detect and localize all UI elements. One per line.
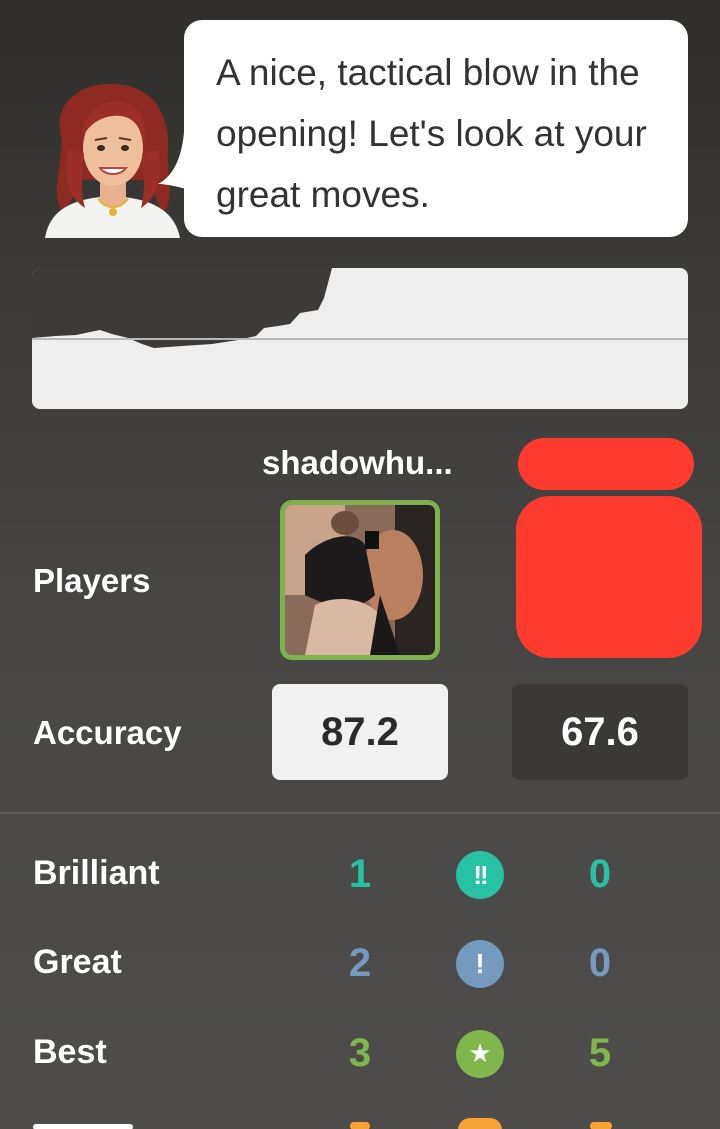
player-left-avatar[interactable] [280, 500, 440, 660]
stat-left-count: 1 [348, 852, 372, 896]
player-photo-image [285, 505, 435, 655]
great-icon: ! [456, 940, 504, 988]
evaluation-graph-svg [32, 268, 688, 348]
stat-left-count: 2 [348, 941, 372, 985]
stat-row-great[interactable]: Great 2 ! 0 [0, 929, 720, 999]
star-icon: ★ [456, 1030, 504, 1078]
partial-left-value-fragment [350, 1122, 370, 1129]
redacted-player-avatar [516, 496, 702, 658]
coach-section: A nice, tactical blow in the opening! Le… [0, 0, 720, 250]
accuracy-right-value: 67.6 [561, 709, 639, 754]
stat-label: Best [33, 1033, 107, 1071]
stat-right-count: 5 [588, 1031, 612, 1075]
accuracy-right-box: 67.6 [512, 684, 688, 780]
coach-message: A nice, tactical blow in the opening! Le… [216, 52, 647, 215]
stat-label: Great [33, 943, 122, 981]
players-label: Players [33, 562, 151, 599]
stat-row-brilliant[interactable]: Brilliant 1 !! 0 [0, 840, 720, 910]
accuracy-left-box: 87.2 [272, 684, 448, 780]
players-names-row: shadowhu... [0, 430, 720, 500]
stat-row-best[interactable]: Best 3 ★ 5 [0, 1019, 720, 1089]
accuracy-left-value: 87.2 [321, 709, 399, 754]
evaluation-graph[interactable] [32, 268, 688, 409]
brilliant-icon-glyph: !! [473, 859, 488, 890]
stat-row-next-partial [0, 1118, 720, 1129]
redacted-player-name [518, 438, 694, 490]
accuracy-label: Accuracy [33, 714, 182, 751]
evaluation-area-dark [32, 268, 688, 348]
coach-speech-bubble: A nice, tactical blow in the opening! Le… [184, 20, 688, 237]
stat-left-count: 3 [348, 1031, 372, 1075]
star-icon-glyph: ★ [468, 1039, 492, 1069]
stat-right-count: 0 [588, 852, 612, 896]
section-divider [0, 812, 720, 814]
partial-icon-fragment [458, 1118, 502, 1129]
partial-right-value-fragment [590, 1122, 612, 1129]
stat-right-count: 0 [588, 941, 612, 985]
stat-label: Brilliant [33, 854, 160, 892]
player-left-name[interactable]: shadowhu... [262, 444, 453, 482]
brilliant-icon: !! [456, 851, 504, 899]
partial-label-fragment [33, 1124, 133, 1129]
great-icon-glyph: ! [475, 948, 485, 979]
